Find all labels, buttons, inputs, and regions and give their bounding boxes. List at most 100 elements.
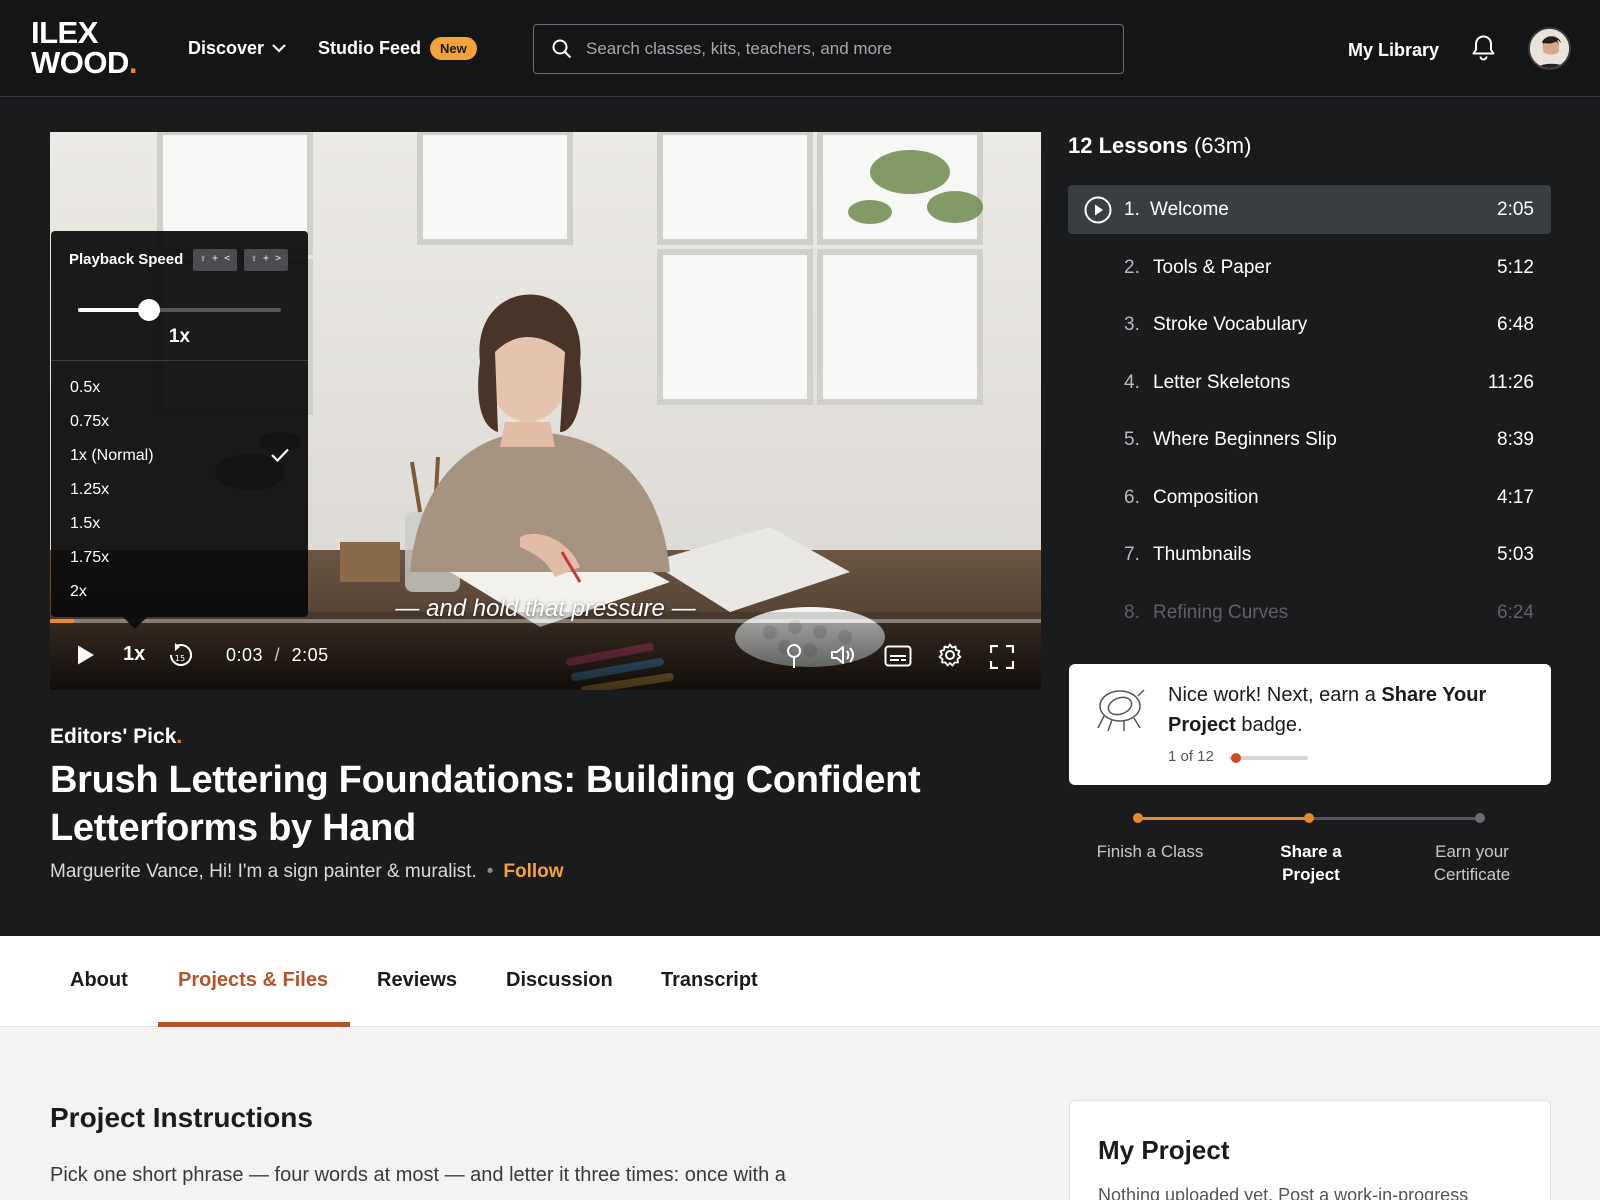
volume-icon <box>831 646 854 664</box>
projects-content: Project Instructions Pick one short phra… <box>0 1027 1600 1200</box>
tab-reviews[interactable]: Reviews <box>377 969 457 992</box>
new-badge: New <box>430 37 477 60</box>
user-avatar[interactable] <box>1528 27 1571 70</box>
lesson-duration: 6:24 <box>1497 601 1534 623</box>
speed-option[interactable]: 1.25x <box>51 473 308 507</box>
lesson-duration: 5:03 <box>1497 544 1534 565</box>
speed-option-label: 1.5x <box>70 515 101 532</box>
player-controls: 1x 15 0:03 / 2:05 <box>50 623 1041 690</box>
lesson-number: 6. <box>1124 486 1140 508</box>
settings-gear-icon <box>938 643 962 667</box>
top-navigation: ILEX WOOD. Discover Studio Feed New My L… <box>0 0 1600 97</box>
badge-progress-card: Nice work! Next, earn a Share Your Proje… <box>1069 664 1551 785</box>
studio-feed-link[interactable]: Studio Feed New <box>318 37 477 60</box>
speed-option-label: 1.75x <box>70 549 110 566</box>
logo-line-1: ILEX <box>31 15 98 50</box>
badge-progress-marker <box>1230 753 1241 763</box>
lesson-item[interactable]: 5. Where Beginners Slip 8:39 <box>1068 415 1551 464</box>
logo-dot: . <box>128 45 138 80</box>
lesson-item[interactable]: 1. Welcome 2:05 <box>1068 185 1551 234</box>
shortcut-slower: ⇧ + < <box>193 249 238 271</box>
step-dot-certificate <box>1475 813 1485 823</box>
speed-option[interactable]: 2x <box>51 575 308 609</box>
badge-text-prefix: Nice work! Next, earn a <box>1168 684 1382 706</box>
speed-option[interactable]: 0.5x <box>51 371 308 405</box>
volume-button[interactable] <box>830 644 856 671</box>
lesson-duration: 4:17 <box>1497 486 1534 508</box>
lesson-title: Letter Skeletons <box>1153 371 1291 393</box>
play-button[interactable] <box>76 644 96 671</box>
badge-progress-bar <box>1229 753 1308 763</box>
project-instructions-text: Pick one short phrase — four words at mo… <box>50 1164 786 1186</box>
tab-projects-files[interactable]: Projects & Files <box>178 969 328 992</box>
teacher-name[interactable]: Marguerite Vance, Hi! I'm a sign painter… <box>50 861 477 883</box>
steps-line-done <box>1138 817 1309 820</box>
project-instructions-heading: Project Instructions <box>50 1102 313 1133</box>
search-input[interactable] <box>586 39 1106 59</box>
time-separator: / <box>274 645 281 665</box>
lesson-number: 1. <box>1124 199 1140 220</box>
speed-option-label: 2x <box>70 583 87 600</box>
lessons-total-duration: (63m) <box>1193 133 1252 158</box>
speed-option[interactable]: 0.75x <box>51 405 308 439</box>
search-bar[interactable] <box>533 24 1124 74</box>
lesson-item[interactable]: 7. Thumbnails 5:03 <box>1068 530 1551 579</box>
lesson-title: Where Beginners Slip <box>1153 429 1337 450</box>
badge-ribbon-icon <box>1097 689 1145 732</box>
bookmark-button[interactable] <box>784 643 804 674</box>
settings-button[interactable] <box>938 643 962 672</box>
logo-line-2: WOOD <box>31 45 129 80</box>
discover-menu[interactable]: Discover <box>188 38 286 59</box>
lesson-item[interactable]: 3. Stroke Vocabulary 6:48 <box>1068 300 1551 349</box>
bell-icon <box>1472 35 1495 61</box>
notifications-button[interactable] <box>1471 34 1496 67</box>
lesson-item[interactable]: 4. Letter Skeletons 11:26 <box>1068 358 1551 407</box>
playback-speed-button[interactable]: 1x <box>123 643 145 666</box>
speed-option[interactable]: 1.75x <box>51 541 308 575</box>
lesson-title: Thumbnails <box>1153 544 1252 565</box>
lessons-header: 12 Lessons (63m) <box>1068 133 1251 159</box>
step-dot-share-project <box>1304 813 1314 823</box>
lesson-duration: 5:12 <box>1497 256 1534 278</box>
speed-slider[interactable] <box>78 299 281 321</box>
badge-count: 1 of 12 <box>1168 748 1214 765</box>
fullscreen-button[interactable] <box>989 644 1015 674</box>
badge-text-suffix: badge. <box>1235 714 1303 736</box>
captions-button[interactable] <box>884 645 912 672</box>
tab-transcript[interactable]: Transcript <box>661 969 758 992</box>
lesson-title: Tools & Paper <box>1153 256 1272 278</box>
my-library-link[interactable]: My Library <box>1348 40 1439 61</box>
lesson-number: 2. <box>1124 256 1140 278</box>
step-dot-finish-class <box>1133 813 1143 823</box>
speed-option-label: 1.25x <box>70 481 110 498</box>
rewind-15-button[interactable]: 15 <box>168 643 192 674</box>
speed-slider-thumb[interactable] <box>138 299 161 321</box>
speed-menu-divider <box>51 360 308 361</box>
lesson-number: 3. <box>1124 314 1140 335</box>
playback-speed-menu: Playback Speed ⇧ + < ⇧ + > 1x 0.5x 0.75x 1… <box>51 231 308 629</box>
search-icon <box>552 39 572 59</box>
step-label-finish-class: Finish a Class <box>1096 842 1204 861</box>
speed-option-label: 1x (Normal) <box>70 447 154 464</box>
chevron-down-icon <box>272 44 286 53</box>
steps-line-upcoming <box>1309 817 1480 820</box>
speed-option[interactable]: 1x (Normal) <box>51 439 308 473</box>
tab-about[interactable]: About <box>70 969 128 992</box>
speed-options-list: 0.5x 0.75x 1x (Normal) 1.25x 1.5x 1.75x 2x <box>51 371 308 609</box>
follow-button[interactable]: Follow <box>503 861 563 883</box>
step-label-share-project: Share a Project <box>1280 842 1342 884</box>
studio-feed-label: Studio Feed <box>318 38 421 58</box>
editors-pick-dot: . <box>176 725 183 748</box>
lesson-item[interactable]: 2. Tools & Paper 5:12 <box>1068 243 1551 292</box>
lesson-item[interactable]: 6. Composition 4:17 <box>1068 473 1551 522</box>
lesson-duration: 2:05 <box>1497 199 1534 220</box>
tab-discussion[interactable]: Discussion <box>506 969 613 992</box>
timecode: 0:03 / 2:05 <box>226 645 329 666</box>
lesson-title: Stroke Vocabulary <box>1153 314 1308 335</box>
lesson-item[interactable]: 8. Refining Curves 6:24 <box>1068 588 1551 637</box>
teacher-line: Marguerite Vance, Hi! I'm a sign painter… <box>50 861 564 883</box>
svg-text:15: 15 <box>175 654 185 663</box>
brand-logo[interactable]: ILEX WOOD. <box>31 15 138 80</box>
speed-option[interactable]: 1.5x <box>51 507 308 541</box>
avatar-photo <box>1530 29 1569 68</box>
